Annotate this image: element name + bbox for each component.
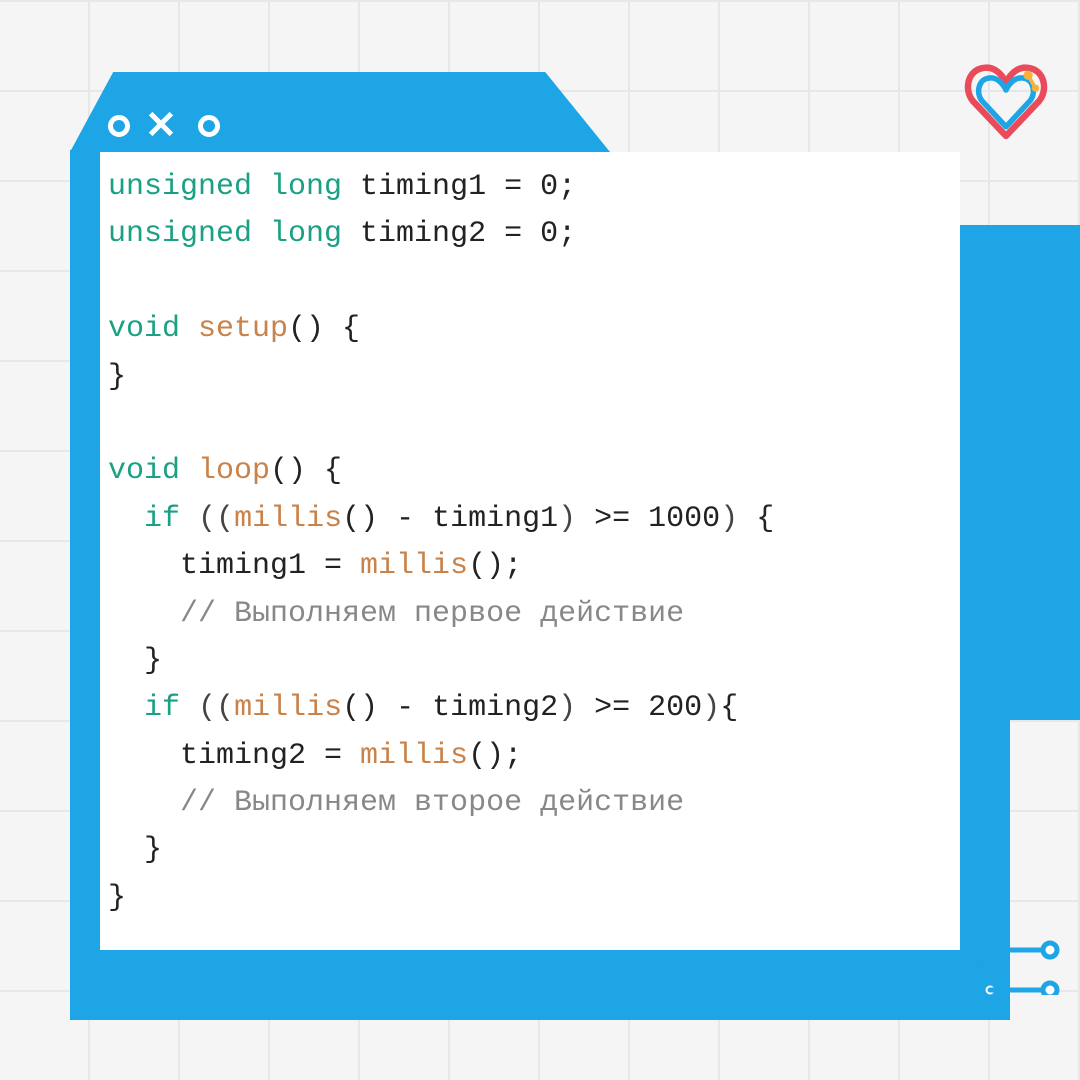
circuit-trace-icon <box>900 935 1060 995</box>
heart-logo-icon <box>960 55 1052 147</box>
frame-left <box>70 150 100 1020</box>
frame-right-step <box>1010 225 1080 720</box>
code-block: unsigned long timing1 = 0; unsigned long… <box>108 164 952 922</box>
frame-right <box>960 225 1010 965</box>
oxo-top-icon: ✕ <box>108 105 220 142</box>
code-card: unsigned long timing1 = 0; unsigned long… <box>100 152 960 950</box>
oxo-bottom-icon: ✕ <box>790 967 905 1001</box>
